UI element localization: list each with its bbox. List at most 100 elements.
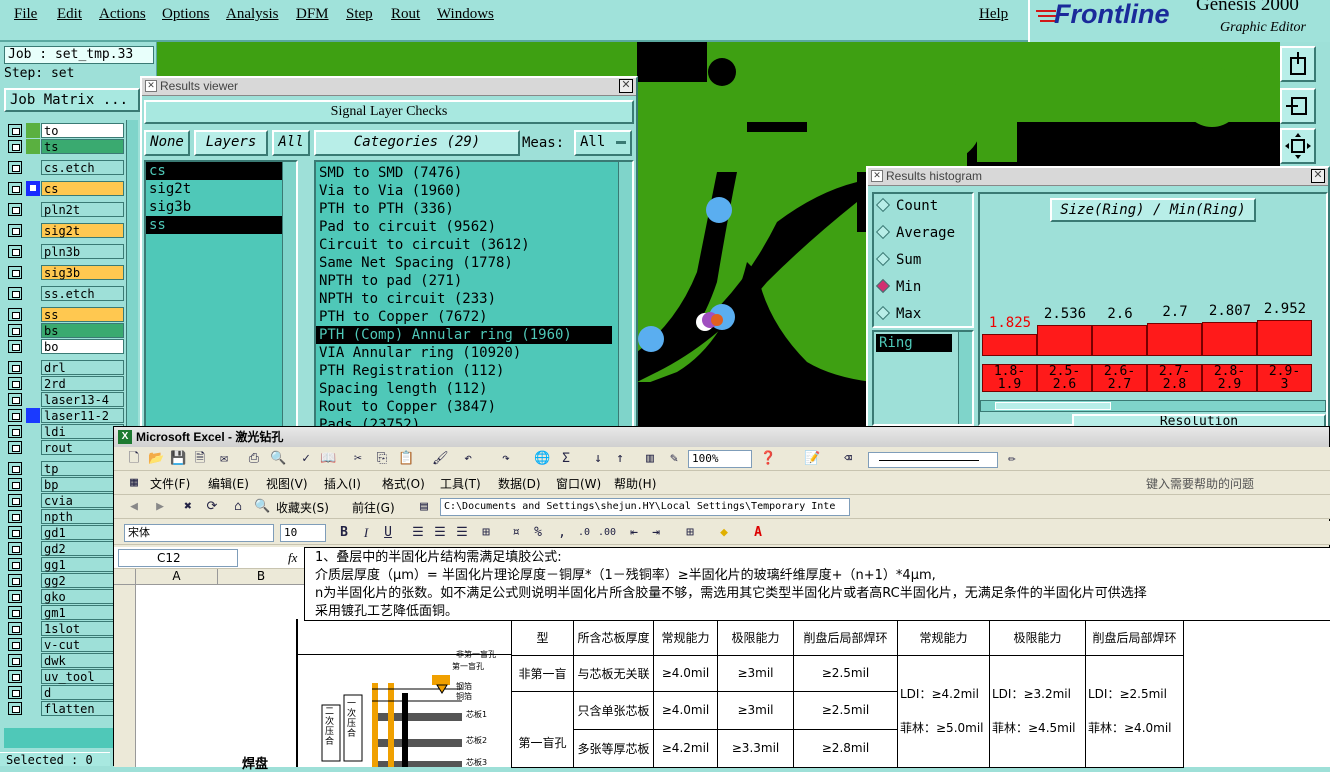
- menu-rout[interactable]: Rout: [391, 6, 420, 23]
- layer-color-swatch[interactable]: [26, 493, 40, 508]
- layer-row[interactable]: tp: [8, 461, 124, 476]
- layer-row[interactable]: gm1: [8, 605, 124, 620]
- menu-format-cn[interactable]: 格式(O): [382, 475, 425, 492]
- category-item[interactable]: PTH to Copper (7672): [316, 308, 612, 326]
- layer-checkbox[interactable]: [8, 702, 22, 715]
- layer-color-swatch[interactable]: [26, 139, 40, 154]
- chart-wizard-icon[interactable]: ▥: [642, 451, 658, 467]
- excel-titlebar[interactable]: X Microsoft Excel - 激光钻孔: [114, 427, 1329, 447]
- category-listbox[interactable]: SMD to SMD (7476)Via to Via (1960)PTH to…: [314, 160, 634, 432]
- fx-icon[interactable]: fx: [288, 550, 297, 566]
- increase-indent-icon[interactable]: ⇥: [648, 525, 664, 541]
- align-right-icon[interactable]: ☰: [454, 525, 470, 541]
- category-item[interactable]: Pad to circuit (9562): [316, 218, 612, 236]
- layer-color-swatch[interactable]: [26, 360, 40, 375]
- table-cell[interactable]: ≥2.5mil: [794, 691, 898, 729]
- all-button[interactable]: All: [272, 130, 310, 156]
- layer-checkbox[interactable]: [8, 494, 22, 507]
- save-icon[interactable]: 💾: [170, 451, 186, 467]
- layer-checkbox[interactable]: [8, 638, 22, 651]
- layer-checkbox[interactable]: [8, 124, 22, 137]
- layer-checkbox[interactable]: [8, 308, 22, 321]
- job-matrix-button[interactable]: Job Matrix ...: [4, 88, 140, 112]
- layer-row[interactable]: bo: [8, 339, 124, 354]
- scroll-thumb[interactable]: [995, 402, 1111, 410]
- layer-color-swatch[interactable]: [26, 244, 40, 259]
- close-icon[interactable]: ✕: [619, 79, 633, 93]
- layer-checkbox[interactable]: [8, 377, 22, 390]
- currency-icon[interactable]: ¤: [508, 525, 524, 541]
- new-icon[interactable]: 🗋: [126, 451, 142, 467]
- result-layer-item[interactable]: ss: [146, 216, 284, 234]
- layer-row[interactable]: bp: [8, 477, 124, 492]
- align-center-icon[interactable]: ☰: [432, 525, 448, 541]
- histogram-bar[interactable]: [1202, 322, 1257, 356]
- layer-checkbox[interactable]: [8, 409, 22, 422]
- layer-checkbox[interactable]: [8, 340, 22, 353]
- layer-name[interactable]: gm1: [41, 605, 124, 620]
- layer-row[interactable]: sig2t: [8, 223, 124, 238]
- category-item[interactable]: PTH (Comp) Annular ring (1960): [316, 326, 612, 344]
- percent-icon[interactable]: %: [530, 525, 546, 541]
- column-b-header[interactable]: B: [218, 569, 304, 585]
- layer-name[interactable]: gd1: [41, 525, 124, 540]
- column-a-header[interactable]: A: [136, 569, 218, 585]
- help-icon[interactable]: ❓: [760, 451, 776, 467]
- category-item[interactable]: Circuit to circuit (3612): [316, 236, 612, 254]
- results-viewer-titlebar[interactable]: ✕ Results viewer ✕: [142, 78, 636, 96]
- table-cell[interactable]: LDI：≥4.2mil菲林：≥5.0mil: [898, 655, 990, 767]
- mode-radio-count[interactable]: Count: [878, 198, 938, 214]
- layer-row[interactable]: to: [8, 123, 124, 138]
- layer-checkbox[interactable]: [8, 203, 22, 216]
- layer-checkbox[interactable]: [8, 361, 22, 374]
- layer-checkbox[interactable]: [8, 590, 22, 603]
- home-icon[interactable]: ⌂: [230, 499, 246, 515]
- layer-color-swatch[interactable]: [26, 653, 40, 668]
- menu-edit[interactable]: Edit: [57, 6, 82, 23]
- layer-row[interactable]: ts: [8, 139, 124, 154]
- layer-row[interactable]: cs.etch: [8, 160, 124, 175]
- import-icon[interactable]: [1280, 88, 1316, 124]
- layer-checkbox[interactable]: [8, 266, 22, 279]
- layer-color-swatch[interactable]: [26, 223, 40, 238]
- open-icon[interactable]: 📂: [148, 451, 164, 467]
- layer-name[interactable]: sig3b: [41, 265, 124, 280]
- print-icon[interactable]: ⎙: [246, 451, 262, 467]
- table-cell[interactable]: LDI：≥3.2mil菲林：≥4.5mil: [990, 655, 1086, 767]
- layer-name[interactable]: tp: [41, 461, 124, 476]
- print-preview-icon[interactable]: 🔍: [270, 451, 286, 467]
- layer-color-swatch[interactable]: [26, 701, 40, 716]
- layer-color-swatch[interactable]: [26, 669, 40, 684]
- table-cell[interactable]: 第一盲孔: [512, 691, 574, 767]
- layer-checkbox[interactable]: [8, 224, 22, 237]
- layer-color-swatch[interactable]: [26, 323, 40, 338]
- layer-checkbox[interactable]: [8, 526, 22, 539]
- layer-name[interactable]: sig2t: [41, 223, 124, 238]
- spelling-icon[interactable]: ✓: [298, 451, 314, 467]
- decrease-decimal-icon[interactable]: .00: [598, 525, 614, 541]
- font-combo[interactable]: 宋体: [124, 524, 274, 542]
- layer-row[interactable]: gg2: [8, 573, 124, 588]
- layer-row[interactable]: ss: [8, 307, 124, 322]
- field-ring[interactable]: Ring: [876, 334, 952, 352]
- category-item[interactable]: Same Net Spacing (1778): [316, 254, 612, 272]
- sort-asc-icon[interactable]: ↓: [590, 451, 606, 467]
- histogram-bar[interactable]: [982, 334, 1037, 356]
- layer-color-swatch[interactable]: [26, 265, 40, 280]
- hyperlink-icon[interactable]: 🌐: [534, 451, 550, 467]
- layer-row[interactable]: gko: [8, 589, 124, 604]
- menu-file-cn[interactable]: 文件(F): [150, 475, 190, 492]
- layer-color-swatch[interactable]: [26, 408, 40, 423]
- layer-color-swatch[interactable]: [26, 307, 40, 322]
- layer-checkbox[interactable]: [8, 606, 22, 619]
- result-layer-item[interactable]: sig2t: [146, 180, 284, 198]
- none-button[interactable]: None: [144, 130, 190, 156]
- sheet-area[interactable]: A B: [114, 569, 304, 767]
- layer-checkbox[interactable]: [8, 478, 22, 491]
- layer-row[interactable]: rout: [8, 440, 124, 455]
- layer-checkbox[interactable]: [8, 574, 22, 587]
- zoom-combo[interactable]: 100%: [688, 450, 752, 468]
- layer-name[interactable]: ss: [41, 307, 124, 322]
- meas-dropdown[interactable]: All: [574, 130, 632, 156]
- menu-view-cn[interactable]: 视图(V): [266, 475, 308, 492]
